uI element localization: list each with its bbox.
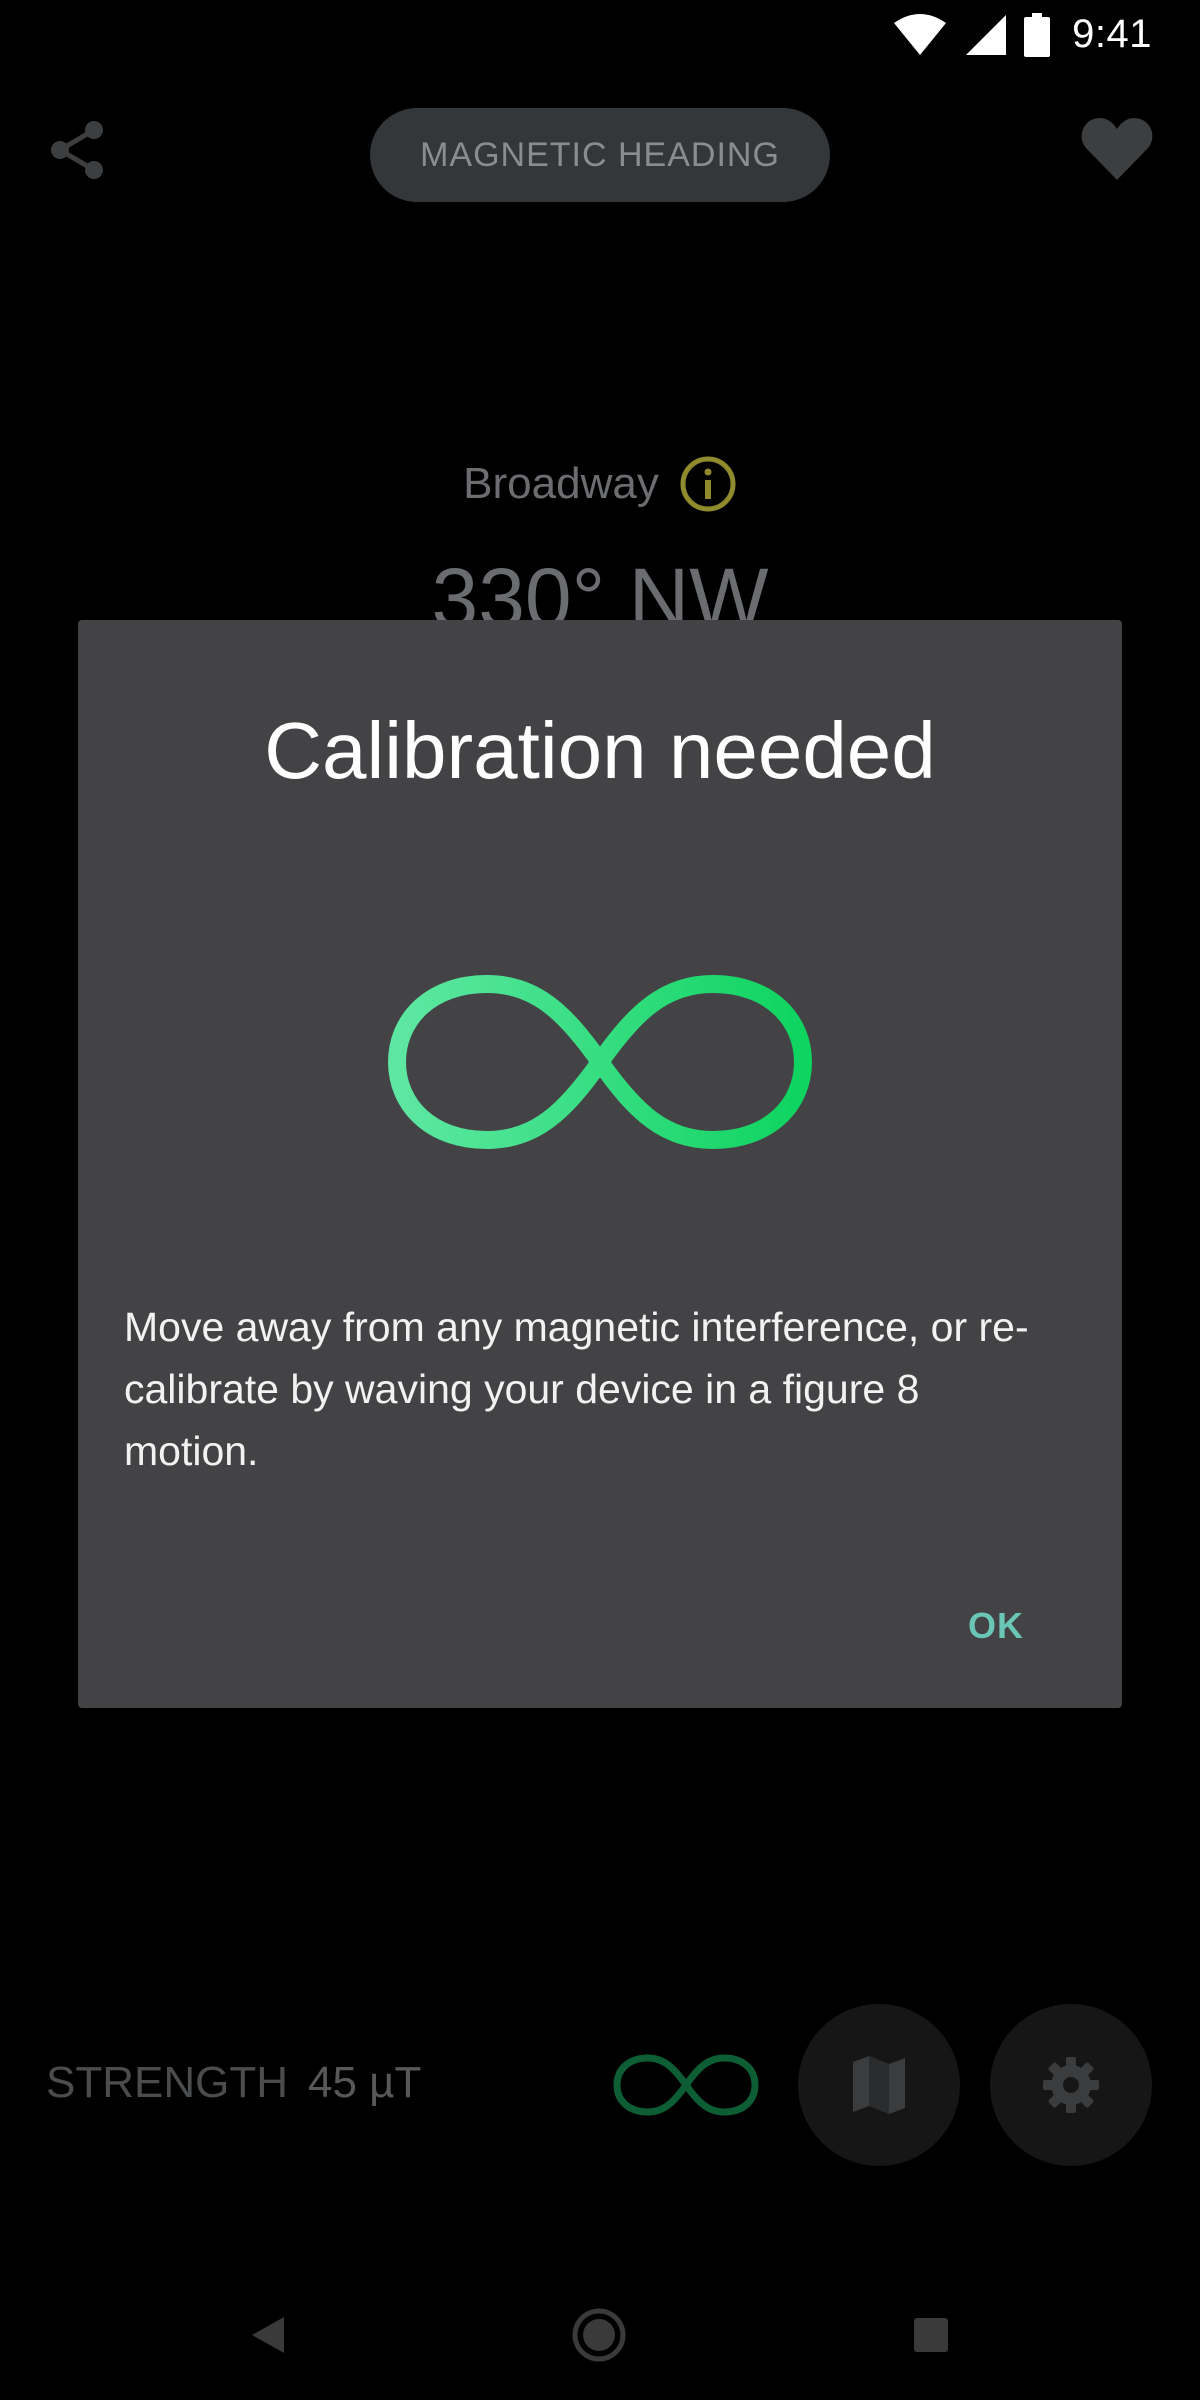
strength-value: 45 µT [308, 2058, 422, 2107]
strength-readout: STRENGTH 45 µT [46, 2058, 421, 2108]
dialog-message: Move away from any magnetic interference… [124, 1304, 1029, 1474]
gear-icon [1043, 2057, 1099, 2113]
calibration-dialog: Calibration needed Move away from any ma… [78, 620, 1122, 1708]
home-button[interactable] [564, 2300, 634, 2370]
navigation-bar [0, 2270, 1200, 2400]
ok-button[interactable]: OK [962, 1595, 1030, 1657]
home-icon [572, 2308, 626, 2362]
dialog-title: Calibration needed [264, 706, 936, 795]
infinity-icon [388, 975, 812, 1149]
map-button[interactable] [798, 2004, 960, 2166]
recent-apps-icon [914, 2318, 948, 2352]
recent-apps-button[interactable] [896, 2300, 966, 2370]
calibration-status-icon[interactable] [612, 2052, 760, 2118]
back-icon [252, 2317, 284, 2353]
map-icon [853, 2056, 905, 2114]
back-button[interactable] [233, 2300, 303, 2370]
strength-label: STRENGTH [46, 2058, 288, 2107]
settings-button[interactable] [990, 2004, 1152, 2166]
